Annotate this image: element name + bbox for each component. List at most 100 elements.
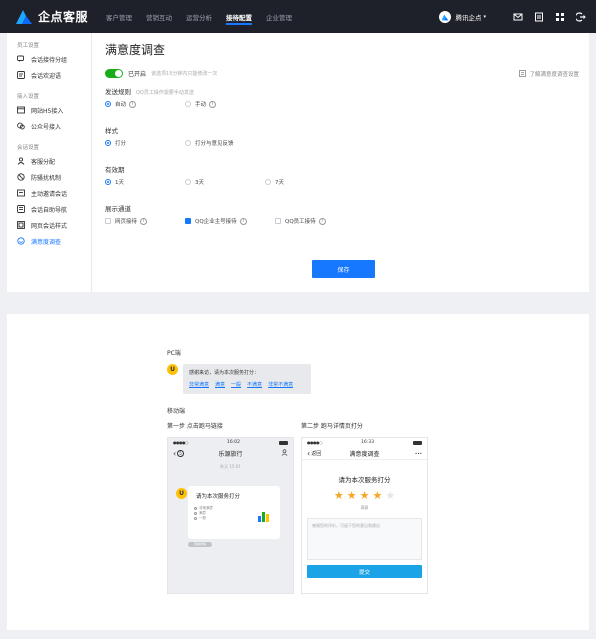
rating-link-very-satisfied[interactable]: 非常满意 [189,381,209,388]
submit-button[interactable]: 提交 [307,565,422,578]
status-bar: ●●●●○ 16:33 [302,438,427,447]
style-score-feedback[interactable]: 打分与意见反馈 [185,139,234,147]
help-icon[interactable]: i [209,100,217,108]
radio-icon [105,101,111,107]
style-score[interactable]: 打分 [105,139,185,147]
sidebar-item-anti-harass[interactable]: 防骚扰机制 [17,169,91,185]
avatar: U [167,364,178,375]
help-icon[interactable]: i [318,217,326,225]
back-arrow-icon: ‹ [307,448,311,458]
sidebar-item-official-account[interactable]: 公众号接入 [17,118,91,134]
signal-icon: ●●●●○ [307,440,322,445]
rating-link-satisfied[interactable]: 满意 [215,381,225,388]
user-menu[interactable]: 腾讯企点 ▾ [439,10,486,23]
web-icon [17,106,25,114]
rating-word: 满意 [360,505,369,510]
rating-link-unsatisfied[interactable]: 不满意 [247,381,262,388]
apps-icon[interactable] [555,12,565,22]
pc-rating-links: 非常满意 满意 一般 不满意 非常不满意 [189,381,305,388]
validity-7day[interactable]: 7天 [265,178,284,186]
profile-icon[interactable] [281,449,288,458]
help-icon[interactable]: i [129,100,137,108]
option-label: 3天 [195,180,204,186]
pc-prompt: 感谢来访，请为本次服务打分： [189,370,260,376]
mail-icon[interactable] [513,12,523,22]
brand-logo[interactable]: 企点客服 [14,8,88,25]
settings-panel: 员工设置 会话接待分组 会话欢迎语 接入设置 网站H5接入 公众号接入 会话设置… [7,33,589,292]
nav-right: 腾讯企点 ▾ [439,0,586,33]
star-filled-icon[interactable]: ★ [360,490,370,501]
user-name: 腾讯企点 [455,13,482,22]
star-empty-icon[interactable]: ★ [385,490,395,501]
sidebar-group-session: 会话设置 [17,145,40,151]
star-filled-icon[interactable]: ★ [372,490,382,501]
star-filled-icon[interactable]: ★ [334,490,344,501]
menu-analytics[interactable]: 运营分析 [186,0,212,33]
menu-reception-config[interactable]: 接待配置 [226,0,253,33]
sidebar-group-access: 接入设置 [17,94,40,100]
logout-icon[interactable] [576,11,586,22]
star-rating[interactable]: ★ ★ ★ ★ ★ [302,490,427,501]
avatar: U [176,488,187,499]
sidebar-item-assign[interactable]: 客服分配 [17,153,91,169]
help-icon[interactable]: i [140,217,148,225]
help-icon[interactable]: i [239,217,247,225]
sidebar-item-satisfaction[interactable]: 满意度调查 [17,233,91,249]
feedback-textarea[interactable]: 感谢您的评价，可留下您的意见和建议 [307,518,422,560]
step1-label: 第一步 点击跑马链接 [167,423,223,430]
back-button[interactable]: ‹ 5 [173,449,184,458]
rating-link-neutral[interactable]: 一般 [231,381,241,388]
phone-header: ‹ 返回 满意度调查 ••• [302,447,427,460]
more-icon[interactable]: ••• [415,451,422,456]
phone-header: ‹ 5 乐源旅行 [168,447,293,460]
sidebar-item-label: 公众号接入 [31,123,62,131]
sidebar-item-self-nav[interactable]: 会话自助导航 [17,201,91,217]
radio-icon [185,140,191,146]
star-filled-icon[interactable]: ★ [347,490,357,501]
back-arrow-icon: ‹ [173,449,177,458]
back-count: 5 [177,450,184,457]
radio-icon [265,179,271,185]
checkbox-icon [275,218,281,224]
invite-icon [17,189,25,197]
channel-qq-staff[interactable]: QQ员工接待 i [275,217,326,225]
menu-enterprise[interactable]: 企业管理 [266,0,292,33]
validity-3day[interactable]: 3天 [185,178,265,186]
save-button[interactable]: 保存 [312,260,375,278]
channel-web[interactable]: 网页接待 i [105,217,185,225]
back-label: 返回 [311,450,322,457]
sidebar-item-welcome[interactable]: 会话欢迎语 [17,67,91,83]
send-rule-title: 发送规则 [105,88,131,96]
sidebar-item-label: 客服分配 [31,158,56,166]
send-rule-label: 发送规则 QQ员工操作需要手动发送 [105,86,194,96]
message-time: 昨天 15:01 [220,464,241,469]
step2-label: 第二步 跑马详情页打分 [301,423,363,430]
settings-content: 满意度调查 已开启 该选项15分钟内只能修改一次 了解满意度调查设置 发送规则 Q… [105,33,585,292]
channel-qq-main[interactable]: QQ企业主号接待 i [185,217,275,225]
rating-link-very-unsatisfied[interactable]: 非常不满意 [268,381,293,388]
option-label: 打分 [115,141,127,147]
toggle-hint: 该选项15分钟内只能修改一次 [151,71,218,77]
enable-toggle[interactable] [105,69,123,78]
sidebar-item-invite[interactable]: 主动邀请会话 [17,185,91,201]
chat-title: 乐源旅行 [218,451,243,458]
style-icon [17,221,25,229]
back-button[interactable]: ‹ 返回 [307,449,321,458]
learn-link[interactable]: 了解满意度调查设置 [519,70,579,78]
pc-message: U 感谢来访，请为本次服务打分： 非常满意 满意 一般 不满意 非常不满意 [167,364,311,394]
menu-customer[interactable]: 客户管理 [106,0,132,33]
menu-marketing[interactable]: 营销互动 [146,0,172,33]
send-rule-hint: QQ员工操作需要手动发送 [136,90,194,96]
checkbox-checked-icon [185,218,191,224]
send-rule-auto[interactable]: 自动 i [105,100,185,108]
radio-icon [185,179,191,185]
sidebar-item-label: 防骚扰机制 [31,174,62,182]
validity-1day[interactable]: 1天 [105,178,185,186]
send-rule-manual[interactable]: 手动 i [185,100,217,108]
sidebar-item-chat-group[interactable]: 会话接待分组 [17,51,91,67]
sidebar-item-web-h5[interactable]: 网站H5接入 [17,102,91,118]
rating-card[interactable]: 请为本次服务打分 非常满意 满意 一般 [188,486,280,539]
sidebar-item-web-style[interactable]: 网页会话样式 [17,217,91,233]
view-detail-pill[interactable]: 查看详情 [188,542,212,547]
doc-icon[interactable] [534,12,544,22]
